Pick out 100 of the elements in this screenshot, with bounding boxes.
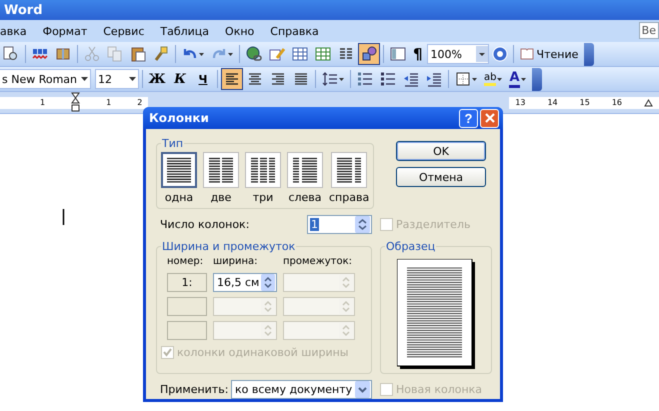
- text-cursor-icon: [61, 209, 66, 225]
- question-field[interactable]: Ве: [638, 22, 659, 39]
- pages-icon: [107, 46, 123, 62]
- globe-icon: [246, 46, 262, 62]
- font-size-field[interactable]: 12: [95, 69, 139, 89]
- caret-icon: [497, 78, 502, 80]
- column-preset-button[interactable]: [161, 152, 197, 188]
- brush-icon: [153, 46, 169, 62]
- window-title: Word: [4, 2, 43, 18]
- bullet-list-icon: [380, 71, 396, 87]
- ruler-number: 1: [106, 98, 112, 107]
- reading-button[interactable]: Чтение: [516, 43, 582, 65]
- field-label: Применить:: [159, 383, 228, 396]
- bold-button[interactable]: Ж: [146, 68, 168, 90]
- book-icon: [520, 48, 534, 60]
- align-left-button[interactable]: [221, 68, 243, 90]
- ruler-number: 16: [612, 98, 622, 107]
- indent-marker-icon[interactable]: [71, 92, 80, 114]
- clipboard-icon: [130, 46, 146, 62]
- menu-item[interactable]: Таблица: [152, 24, 218, 38]
- toolbar-options-icon[interactable]: [532, 68, 542, 90]
- caret-icon: [339, 78, 344, 80]
- help-icon[interactable]: [492, 46, 508, 62]
- ruler-number: 15: [580, 98, 590, 107]
- spinner-icon: [261, 274, 275, 291]
- align-right-icon: [270, 71, 286, 87]
- font-field[interactable]: s New Roman: [0, 69, 91, 89]
- preset-label: одна: [164, 191, 194, 204]
- indent-marker-icon[interactable]: [644, 98, 653, 106]
- caret-icon: [228, 52, 233, 56]
- dropdown-icon: [81, 77, 88, 81]
- borders-icon: [455, 71, 471, 87]
- caret-icon: [472, 78, 477, 80]
- menu-item[interactable]: авка: [0, 24, 35, 38]
- pencil-icon: [269, 46, 285, 62]
- dropdown-icon: [476, 46, 488, 62]
- group-title: Тип: [161, 137, 184, 150]
- column-header: ширина:: [213, 255, 259, 268]
- group-title: Ширина и промежуток: [161, 240, 296, 253]
- ruler-number: 14: [547, 98, 558, 107]
- close-button[interactable]: [480, 108, 499, 128]
- shapes-icon: [361, 46, 377, 62]
- justify-icon: [293, 71, 309, 87]
- outdent-icon: [403, 71, 419, 87]
- scissors-icon: [84, 46, 100, 62]
- apply-to-dropdown[interactable]: ко всему документу: [231, 380, 372, 399]
- highlight-button[interactable]: ab: [481, 68, 506, 90]
- group-title: Образец: [385, 240, 436, 253]
- menu-item[interactable]: Окно: [217, 24, 262, 38]
- preset-label: справа: [329, 191, 370, 204]
- columns-icon: [338, 46, 354, 62]
- dropdown-icon: [129, 77, 136, 81]
- column-preset-button[interactable]: [287, 152, 323, 188]
- field-label: Число колонок:: [159, 218, 250, 231]
- preset-label: три: [252, 191, 274, 204]
- ruler-number: 1: [40, 98, 46, 107]
- help-button[interactable]: ?: [459, 108, 478, 128]
- shapes-button[interactable]: [358, 43, 380, 65]
- spreadsheet-icon: [315, 46, 331, 62]
- wavy-underline-icon: [32, 46, 48, 62]
- check-mark-icon: [163, 348, 172, 357]
- cancel-button[interactable]: Отмена: [396, 167, 486, 187]
- indent-icon: [426, 71, 442, 87]
- dialog-title: Колонки: [149, 111, 210, 125]
- width-field[interactable]: 16,5 см: [213, 273, 277, 292]
- spacing-field[interactable]: [283, 297, 355, 316]
- line-spacing-icon: [322, 71, 338, 87]
- document-map-icon: [390, 46, 406, 62]
- ruler-number: 13: [515, 98, 526, 107]
- toolbar-options-icon[interactable]: [584, 42, 594, 66]
- dropdown-icon: [355, 381, 370, 398]
- align-center-icon: [247, 71, 263, 87]
- table-icon: [292, 46, 308, 62]
- italic-button[interactable]: К: [169, 68, 191, 90]
- caret-icon: [520, 78, 526, 80]
- column-header: номер:: [167, 255, 204, 268]
- column-preset-button[interactable]: [331, 152, 368, 188]
- book-icon: [55, 46, 71, 62]
- ok-button[interactable]: OK: [396, 141, 486, 161]
- caret-icon: [199, 52, 204, 56]
- menu-item[interactable]: Справка: [262, 24, 327, 38]
- ruler-number: 2: [137, 98, 142, 107]
- spinner-icon: [355, 216, 370, 233]
- underline-button[interactable]: Ч: [192, 68, 214, 90]
- menu-item[interactable]: Формат: [34, 24, 96, 38]
- column-header: промежуток:: [283, 255, 353, 268]
- numbered-list-icon: [357, 71, 373, 87]
- column-preset-button[interactable]: [245, 152, 281, 188]
- font-color-button[interactable]: A: [506, 68, 529, 90]
- spacing-field[interactable]: [283, 321, 355, 340]
- close-icon: [484, 112, 496, 124]
- preset-label: слева: [288, 191, 322, 204]
- menu-item[interactable]: Сервис: [95, 24, 152, 38]
- page-magnifier-icon: [3, 46, 19, 62]
- spacing-field[interactable]: [283, 273, 355, 292]
- column-count-field[interactable]: 1: [307, 215, 372, 234]
- zoom-field[interactable]: 100%: [426, 44, 489, 64]
- column-preset-button[interactable]: [203, 152, 239, 188]
- preset-label: две: [210, 191, 232, 204]
- pilcrow-button[interactable]: ¶: [410, 43, 426, 65]
